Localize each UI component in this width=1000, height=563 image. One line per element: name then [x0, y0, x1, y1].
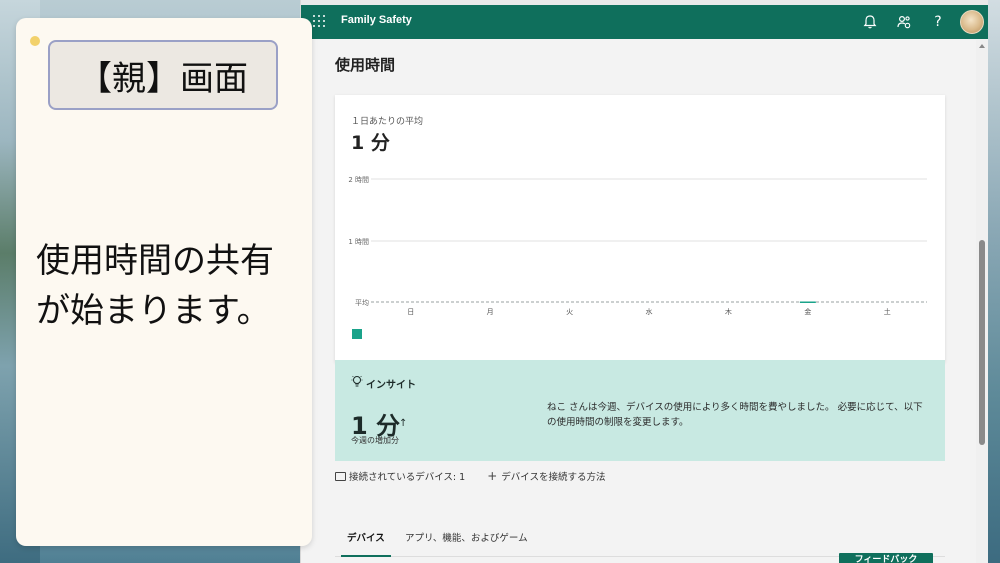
family-safety-window: Family Safety ? 使用時間 １日あたりの平均 1 分 2 時間 1 …: [300, 0, 988, 563]
bell-icon[interactable]: [861, 13, 879, 31]
daily-average-value: 1 分: [351, 132, 390, 154]
insight-panel: インサイト 1 分 ↑ 今週の増加分 ねこ さんは今週、デバイスの使用により多く…: [335, 360, 945, 461]
x-tick-label: 土: [884, 307, 891, 316]
y-tick-label: 1 時間: [348, 238, 369, 246]
tab-apps-and-games[interactable]: アプリ、機能、およびゲーム: [399, 533, 534, 555]
x-tick-label: 金: [804, 307, 811, 316]
scroll-up-icon[interactable]: [979, 44, 985, 48]
family-settings-icon[interactable]: [895, 13, 913, 31]
y-tick-label-average: 平均: [355, 298, 369, 307]
insight-message: ねこ さんは今週、デバイスの使用により多く時間を費やしました。 必要に応じて、以…: [547, 402, 923, 428]
device-icon: [335, 471, 346, 481]
connected-devices-link[interactable]: 接続されているデバイス: 1: [349, 469, 465, 483]
tab-label: デバイス: [347, 533, 385, 544]
plus-icon: +: [487, 469, 498, 483]
x-tick-label: 火: [566, 308, 573, 316]
x-tick-label: 水: [646, 307, 653, 316]
screen-time-chart: 2 時間 1 時間平均日 月 火 水 木 金 土: [348, 176, 927, 316]
screen-label: 【親】画面: [48, 40, 278, 110]
tab-devices[interactable]: デバイス: [341, 533, 391, 557]
avatar[interactable]: [960, 10, 984, 34]
active-tab-indicator: [341, 555, 391, 557]
lightbulb-icon: [351, 375, 363, 387]
devices-row: 接続されているデバイス: 1 + デバイスを接続する方法: [335, 469, 605, 483]
increase-arrow-icon: ↑: [399, 418, 408, 429]
x-tick-label: 月: [487, 308, 494, 316]
y-tick-label: 2 時間: [348, 176, 369, 184]
desktop-wallpaper-right: [986, 0, 1000, 563]
app-launcher-icon[interactable]: [313, 15, 325, 27]
screen-time-card: １日あたりの平均 1 分 2 時間 1 時間平均日 月 火 水 木 金 土: [335, 95, 945, 362]
how-to-connect-link[interactable]: デバイスを接続する方法: [501, 469, 605, 483]
annotation-panel: 【親】画面 使用時間の共有 が始まります。: [16, 18, 312, 546]
x-tick-label: 木: [725, 307, 732, 316]
feedback-button[interactable]: フィードバック: [839, 553, 933, 563]
help-icon[interactable]: ?: [929, 13, 947, 31]
legend-swatch: [352, 329, 362, 339]
bar-5: [799, 301, 816, 303]
tab-label: アプリ、機能、およびゲーム: [405, 533, 528, 544]
decorative-dot: [30, 36, 40, 46]
daily-average-label: １日あたりの平均: [351, 117, 424, 127]
insight-heading: インサイト: [366, 380, 416, 391]
x-tick-label: 日: [407, 308, 414, 316]
top-bar: Family Safety ?: [301, 5, 988, 39]
scrollbar[interactable]: [976, 40, 988, 563]
page-title: 使用時間: [335, 56, 396, 74]
scroll-thumb[interactable]: [979, 240, 985, 445]
insight-sub-label: 今週の増加分: [351, 436, 399, 445]
annotation-caption: 使用時間の共有 が始まります。: [36, 241, 274, 331]
brand-title[interactable]: Family Safety: [341, 14, 412, 26]
